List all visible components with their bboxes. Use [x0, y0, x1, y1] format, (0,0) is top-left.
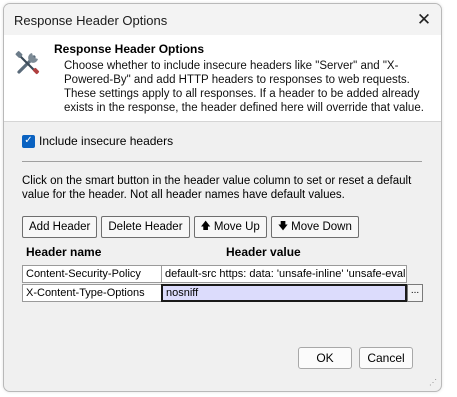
header-description: Choose whether to include insecure heade…: [64, 60, 424, 114]
header-value-input[interactable]: nosniff: [161, 284, 407, 302]
cancel-label: Cancel: [367, 351, 405, 365]
arrow-down-icon: 🡇: [277, 220, 289, 232]
arrow-up-icon: 🡅: [200, 220, 211, 232]
close-icon[interactable]: ✕: [411, 7, 437, 33]
move-up-label: Move Up: [213, 221, 260, 233]
move-down-button[interactable]: 🡇 Move Down: [270, 216, 359, 238]
delete-header-label: Delete Header: [108, 221, 183, 233]
include-insecure-headers-checkbox[interactable]: ✓: [22, 134, 35, 148]
header-title: Response Header Options: [54, 42, 205, 56]
ok-button[interactable]: OK: [298, 347, 352, 369]
add-header-button[interactable]: Add Header: [22, 216, 98, 238]
instructions-text: Click on the smart button in the header …: [22, 175, 412, 201]
column-header-value: Header value: [226, 245, 301, 259]
headers-grid: Content-Security-Policy default-src http…: [22, 263, 423, 321]
cancel-button[interactable]: Cancel: [359, 347, 413, 369]
move-down-label: Move Down: [291, 221, 352, 233]
include-insecure-headers-label: Include insecure headers: [39, 134, 174, 148]
resize-grip-icon[interactable]: ⋰: [429, 379, 439, 389]
window-title: Response Header Options: [14, 13, 168, 28]
smart-button[interactable]: ...: [407, 284, 423, 302]
header-value-cell[interactable]: default-src https: data: 'unsafe-inline'…: [161, 265, 407, 283]
include-insecure-headers-option[interactable]: ✓ Include insecure headers: [22, 134, 173, 148]
header-panel: Response Header Options Choose whether t…: [4, 35, 441, 122]
table-row[interactable]: X-Content-Type-Options nosniff ...: [22, 284, 423, 302]
header-name-cell[interactable]: X-Content-Type-Options: [22, 284, 162, 302]
delete-header-button[interactable]: Delete Header: [101, 216, 190, 238]
header-name-cell[interactable]: Content-Security-Policy: [22, 265, 162, 283]
title-bar: Response Header Options ✕: [4, 4, 441, 35]
move-up-button[interactable]: 🡅 Move Up: [193, 216, 267, 238]
response-header-options-dialog: Response Header Options ✕ Response Heade…: [3, 3, 442, 392]
ok-label: OK: [316, 351, 334, 365]
tools-icon: [15, 51, 40, 75]
separator: [22, 161, 422, 162]
table-row[interactable]: Content-Security-Policy default-src http…: [22, 265, 423, 283]
header-toolbar: Add Header Delete Header 🡅 Move Up 🡇 Mov…: [22, 216, 359, 238]
add-header-label: Add Header: [29, 221, 91, 233]
column-header-name: Header name: [26, 245, 102, 259]
